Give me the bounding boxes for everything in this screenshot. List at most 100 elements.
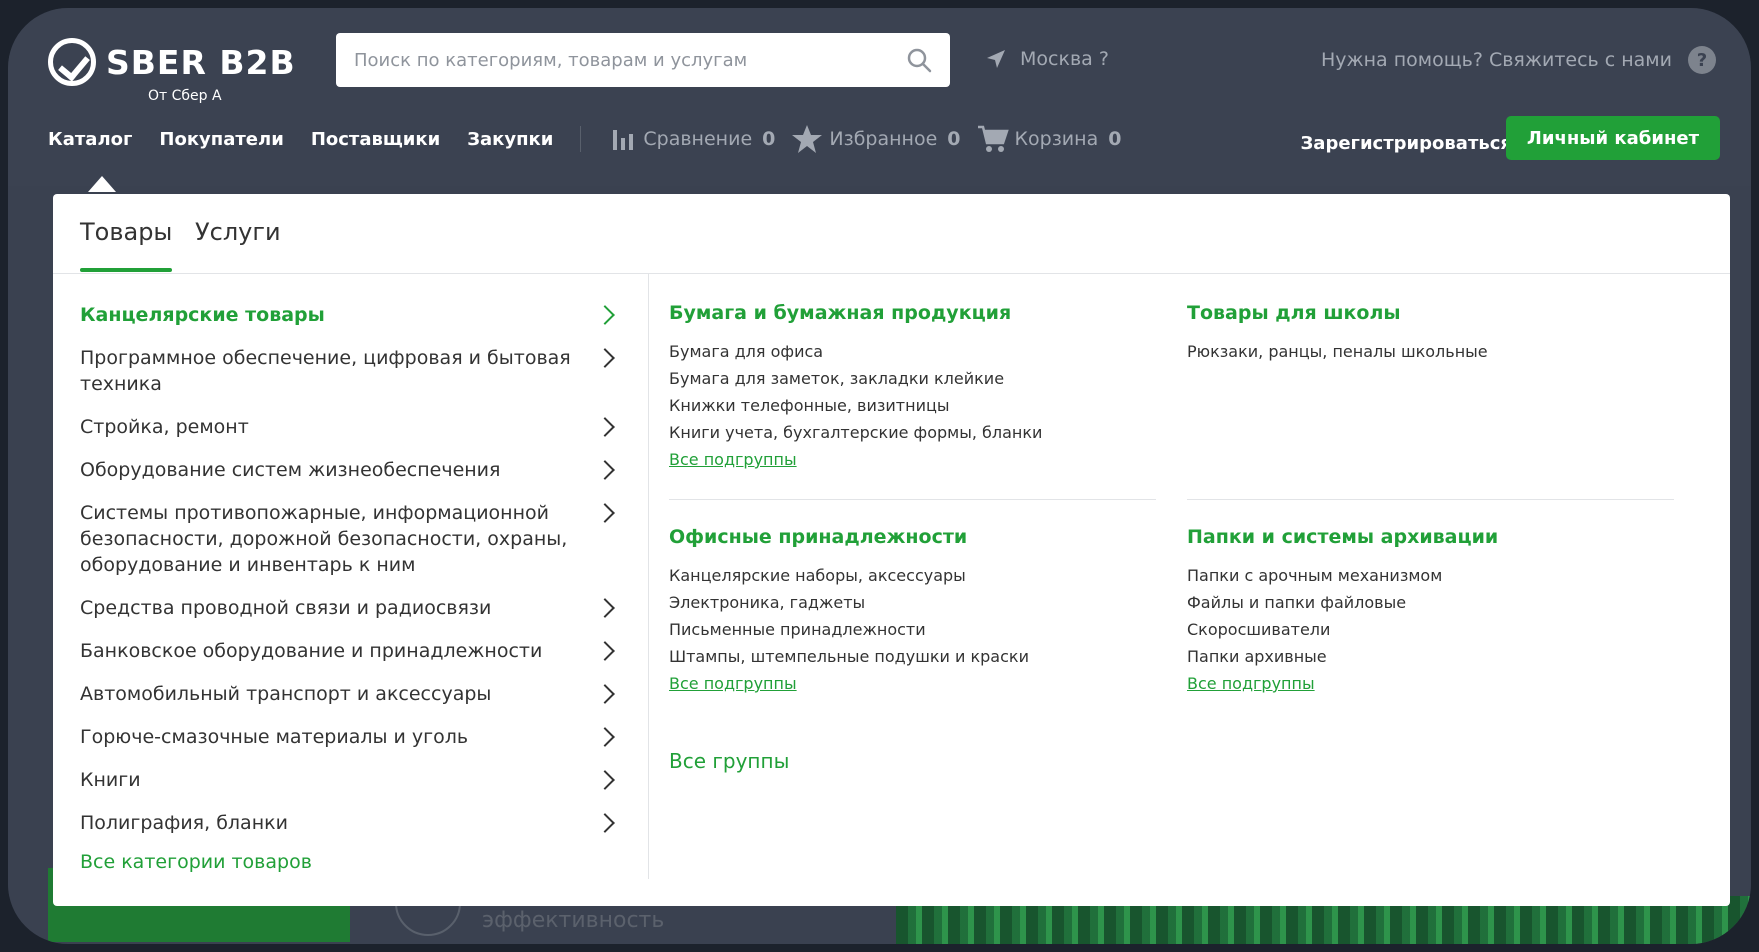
subgroup-link[interactable]: Рюкзаки, ранцы, пеналы школьные (1187, 338, 1674, 365)
location-arrow-icon (987, 50, 1005, 68)
category-label: Горюче-смазочные материалы и уголь (80, 726, 469, 748)
subgroup-link[interactable]: Книги учета, бухгалтерские формы, бланки (669, 419, 1156, 446)
chevron-right-icon (595, 305, 615, 325)
nav-purchases[interactable]: Закупки (467, 129, 553, 150)
chevron-right-icon (595, 684, 615, 704)
subgroup-link[interactable]: Файлы и папки файловые (1187, 589, 1674, 616)
hero-text: эффективность (482, 908, 665, 933)
main-nav: Каталог Покупатели Поставщики Закупки Ср… (48, 124, 1137, 154)
subgroup-block: Офисные принадлежности Канцелярские набо… (669, 526, 1156, 697)
subgroup-link[interactable]: Штампы, штемпельные подушки и краски (669, 643, 1156, 670)
group-divider (669, 499, 1156, 500)
logo-subtitle: От Сбер А (148, 88, 222, 104)
all-subgroups-link[interactable]: Все подгруппы (669, 670, 1156, 697)
subgroup-link[interactable]: Скоросшиватели (1187, 616, 1674, 643)
tab-goods[interactable]: Товары (80, 218, 173, 272)
nav-favorites[interactable]: Избранное 0 (791, 124, 961, 154)
category-item[interactable]: Средства проводной связи и радиосвязи (80, 595, 618, 621)
nav-suppliers[interactable]: Поставщики (311, 129, 440, 150)
category-list: Канцелярские товары Программное обеспече… (80, 302, 618, 873)
category-item[interactable]: Книги (80, 767, 618, 793)
nav-cart[interactable]: Корзина 0 (977, 124, 1122, 154)
group-title-link[interactable]: Офисные принадлежности (669, 526, 1156, 548)
cart-label: Корзина (1014, 128, 1099, 150)
city-selector[interactable]: Москва ? (986, 48, 1109, 70)
help-text: Нужна помощь? Свяжитесь с нами (1320, 49, 1672, 71)
category-label: Программное обеспечение, цифровая и быто… (80, 347, 571, 395)
chevron-right-icon (595, 813, 615, 833)
all-subgroups-link[interactable]: Все подгруппы (1187, 670, 1674, 697)
nav-compare[interactable]: Сравнение 0 (611, 126, 775, 152)
cart-count: 0 (1108, 128, 1122, 150)
help-link[interactable]: Нужна помощь? Свяжитесь с нами ? (1321, 46, 1716, 74)
cart-icon (977, 125, 1009, 152)
category-label: Средства проводной связи и радиосвязи (80, 597, 492, 619)
tab-services[interactable]: Услуги (195, 218, 281, 246)
all-groups-link[interactable]: Все группы (669, 749, 789, 773)
subgroup-link[interactable]: Бумага для офиса (669, 338, 1156, 365)
site-header: SBER B2B От Сбер А Поиск по категориям, … (8, 8, 1751, 186)
subgroup-link[interactable]: Папки архивные (1187, 643, 1674, 670)
favorites-label: Избранное (829, 128, 938, 150)
group-divider (1187, 499, 1674, 500)
category-label: Автомобильный транспорт и аксессуары (80, 683, 492, 705)
subgroup-link[interactable]: Бумага для заметок, закладки клейкие (669, 365, 1156, 392)
search-icon[interactable] (906, 47, 932, 73)
chevron-right-icon (595, 348, 615, 368)
category-item[interactable]: Стройка, ремонт (80, 414, 618, 440)
column-divider (648, 274, 649, 879)
subgroup-link[interactable]: Письменные принадлежности (669, 616, 1156, 643)
subgroup-link[interactable]: Папки с арочным механизмом (1187, 562, 1674, 589)
logo-text: SBER B2B (106, 42, 296, 82)
category-label: Стройка, ремонт (80, 416, 249, 438)
group-title-link[interactable]: Папки и системы архивации (1187, 526, 1674, 548)
category-item[interactable]: Банковское оборудование и принадлежности (80, 638, 618, 664)
all-subgroups-link[interactable]: Все подгруппы (669, 446, 1156, 473)
city-label: Москва ? (1020, 48, 1109, 70)
category-item[interactable]: Канцелярские товары (80, 302, 618, 328)
nav-buyers[interactable]: Покупатели (159, 129, 283, 150)
category-item[interactable]: Системы противопожарные, информационной … (80, 500, 618, 578)
all-categories-link[interactable]: Все категории товаров (80, 851, 312, 873)
search-input[interactable]: Поиск по категориям, товарам и услугам (336, 33, 950, 87)
chevron-right-icon (595, 641, 615, 661)
chevron-right-icon (595, 503, 615, 523)
group-title-link[interactable]: Товары для школы (1187, 302, 1674, 324)
category-item[interactable]: Программное обеспечение, цифровая и быто… (80, 345, 618, 397)
category-item[interactable]: Горюче-смазочные материалы и уголь (80, 724, 618, 750)
subgroup-link[interactable]: Книжки телефонные, визитницы (669, 392, 1156, 419)
nav-catalog[interactable]: Каталог (48, 129, 132, 150)
chevron-right-icon (595, 417, 615, 437)
subgroup-link[interactable]: Канцелярские наборы, аксессуары (669, 562, 1156, 589)
category-item[interactable]: Полиграфия, бланки (80, 810, 618, 836)
category-label: Системы противопожарные, информационной … (80, 502, 568, 576)
category-label: Книги (80, 769, 141, 791)
compare-bars-icon (613, 130, 634, 150)
compare-label: Сравнение (643, 128, 753, 150)
group-title-link[interactable]: Бумага и бумажная продукция (669, 302, 1156, 324)
app-frame: Личный кабинет эффективность SBER B2B От… (8, 8, 1751, 944)
chevron-right-icon (595, 770, 615, 790)
nav-divider (580, 126, 582, 152)
chevron-right-icon (595, 598, 615, 618)
category-item[interactable]: Автомобильный транспорт и аксессуары (80, 681, 618, 707)
chevron-right-icon (595, 460, 615, 480)
subgroup-block: Папки и системы архивации Папки с арочны… (1187, 526, 1674, 697)
category-label: Оборудование систем жизнеобеспечения (80, 459, 501, 481)
logo[interactable]: SBER B2B От Сбер А (48, 38, 296, 104)
help-question-icon: ? (1688, 46, 1716, 74)
category-label: Полиграфия, бланки (80, 812, 288, 834)
subgroup-link[interactable]: Электроника, гаджеты (669, 589, 1156, 616)
favorites-count: 0 (947, 128, 961, 150)
category-label: Банковское оборудование и принадлежности (80, 640, 543, 662)
catalog-tabs: Товары Услуги (53, 194, 1730, 274)
category-label: Канцелярские товары (80, 304, 325, 326)
register-link[interactable]: Зарегистрироваться (1301, 133, 1512, 154)
personal-cabinet-button[interactable]: Личный кабинет (1506, 116, 1720, 160)
compare-count: 0 (762, 128, 776, 150)
dropdown-caret (88, 176, 116, 192)
category-item[interactable]: Оборудование систем жизнеобеспечения (80, 457, 618, 483)
catalog-dropdown: Товары Услуги Канцелярские товары Програ… (53, 194, 1730, 906)
star-icon (792, 125, 823, 153)
logo-check-icon (48, 38, 96, 86)
